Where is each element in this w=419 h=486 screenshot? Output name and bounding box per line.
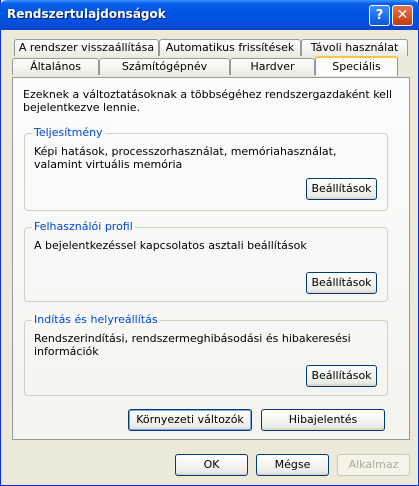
ok-button[interactable]: OK [175, 454, 248, 476]
startup-recovery-group-label: Indítás és helyreállítás [32, 313, 160, 326]
tab-hardware[interactable]: Hardver [230, 58, 315, 75]
user-profile-description: A bejelentkezéssel kapcsolatos asztali b… [34, 239, 307, 252]
window-title: Rendszertulajdonságok [7, 7, 166, 21]
tab-remote[interactable]: Távoli használat [301, 39, 408, 56]
tab-advanced[interactable]: Speciális [315, 56, 398, 76]
user-profile-settings-button[interactable]: Beállítások [306, 272, 377, 294]
close-button[interactable]: ✕ [392, 5, 413, 26]
system-properties-window: Rendszertulajdonságok ? ✕ A rendszer vis… [0, 0, 419, 486]
performance-description: Képi hatások, processzorhasználat, memór… [34, 145, 337, 171]
cancel-button[interactable]: Mégse [256, 454, 329, 476]
performance-settings-button[interactable]: Beállítások [306, 178, 377, 200]
startup-recovery-description: Rendszerindítási, rendszermeghibásodási … [34, 332, 351, 358]
tab-system-restore[interactable]: A rendszer visszaállítása [14, 39, 159, 56]
tab-general[interactable]: Általános [12, 58, 99, 75]
startup-recovery-settings-button[interactable]: Beállítások [306, 365, 377, 387]
title-bar[interactable]: Rendszertulajdonságok ? ✕ [0, 0, 419, 30]
environment-variables-button[interactable]: Környezeti változók [128, 409, 252, 431]
error-reporting-button[interactable]: Hibajelentés [261, 409, 385, 431]
performance-group-label: Teljesítmény [32, 126, 105, 139]
tab-computer-name[interactable]: Számítógépnév [99, 58, 230, 75]
help-button[interactable]: ? [369, 5, 390, 26]
apply-button[interactable]: Alkalmaz [337, 454, 410, 476]
user-profile-group-label: Felhasználói profil [32, 220, 135, 233]
admin-notice: Ezeknek a változtatásoknak a többségéhez… [23, 88, 393, 114]
tab-automatic-updates[interactable]: Automatikus frissítések [159, 39, 301, 56]
